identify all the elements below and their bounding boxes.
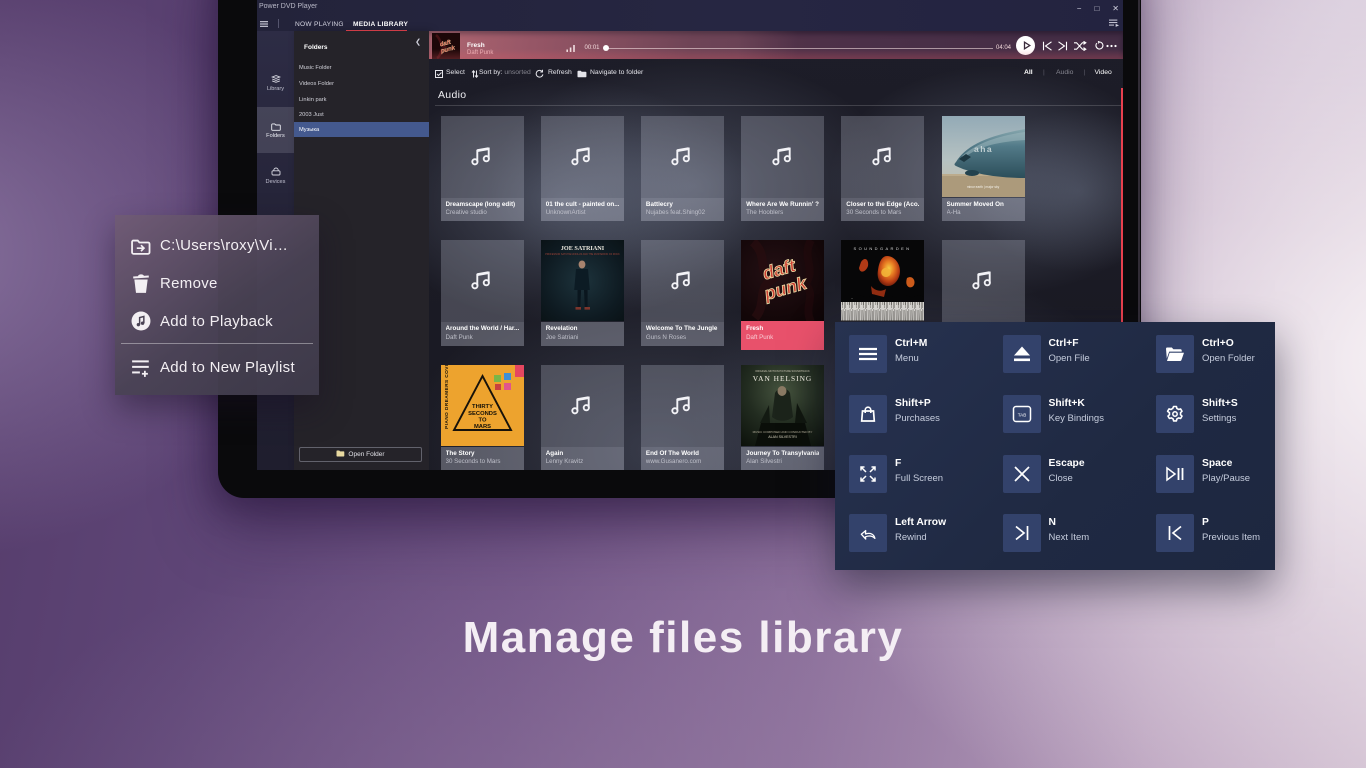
svg-text:MUSIC COMPOSED AND CONDUCTED B: MUSIC COMPOSED AND CONDUCTED BY: [753, 430, 813, 434]
svg-text:TO: TO: [478, 417, 486, 423]
svg-text:THIRTY: THIRTY: [472, 404, 493, 410]
svg-text:MARS: MARS: [473, 424, 490, 430]
svg-text:PROFESSOR SATCHAFUNKILUS AND T: PROFESSOR SATCHAFUNKILUS AND THE MUSTERI…: [545, 253, 620, 256]
svg-text:minor earth | major sky: minor earth | major sky: [966, 185, 999, 189]
svg-text:SOUNDGARDEN: SOUNDGARDEN: [854, 246, 912, 251]
svg-text:TAB: TAB: [1017, 412, 1026, 417]
svg-text:PIANO DREAMERS COVER: PIANO DREAMERS COVER: [444, 365, 450, 429]
svg-text:VAN HELSING: VAN HELSING: [753, 374, 813, 383]
svg-text:aha: aha: [974, 144, 993, 154]
svg-text:ORIGINAL MOTION PICTURE SOUNDT: ORIGINAL MOTION PICTURE SOUNDTRACK: [755, 369, 810, 373]
svg-text:SECONDS: SECONDS: [468, 411, 497, 417]
svg-text:ALAN SILVESTRI: ALAN SILVESTRI: [768, 435, 797, 439]
svg-text:JOE SATRIANI: JOE SATRIANI: [560, 245, 604, 252]
